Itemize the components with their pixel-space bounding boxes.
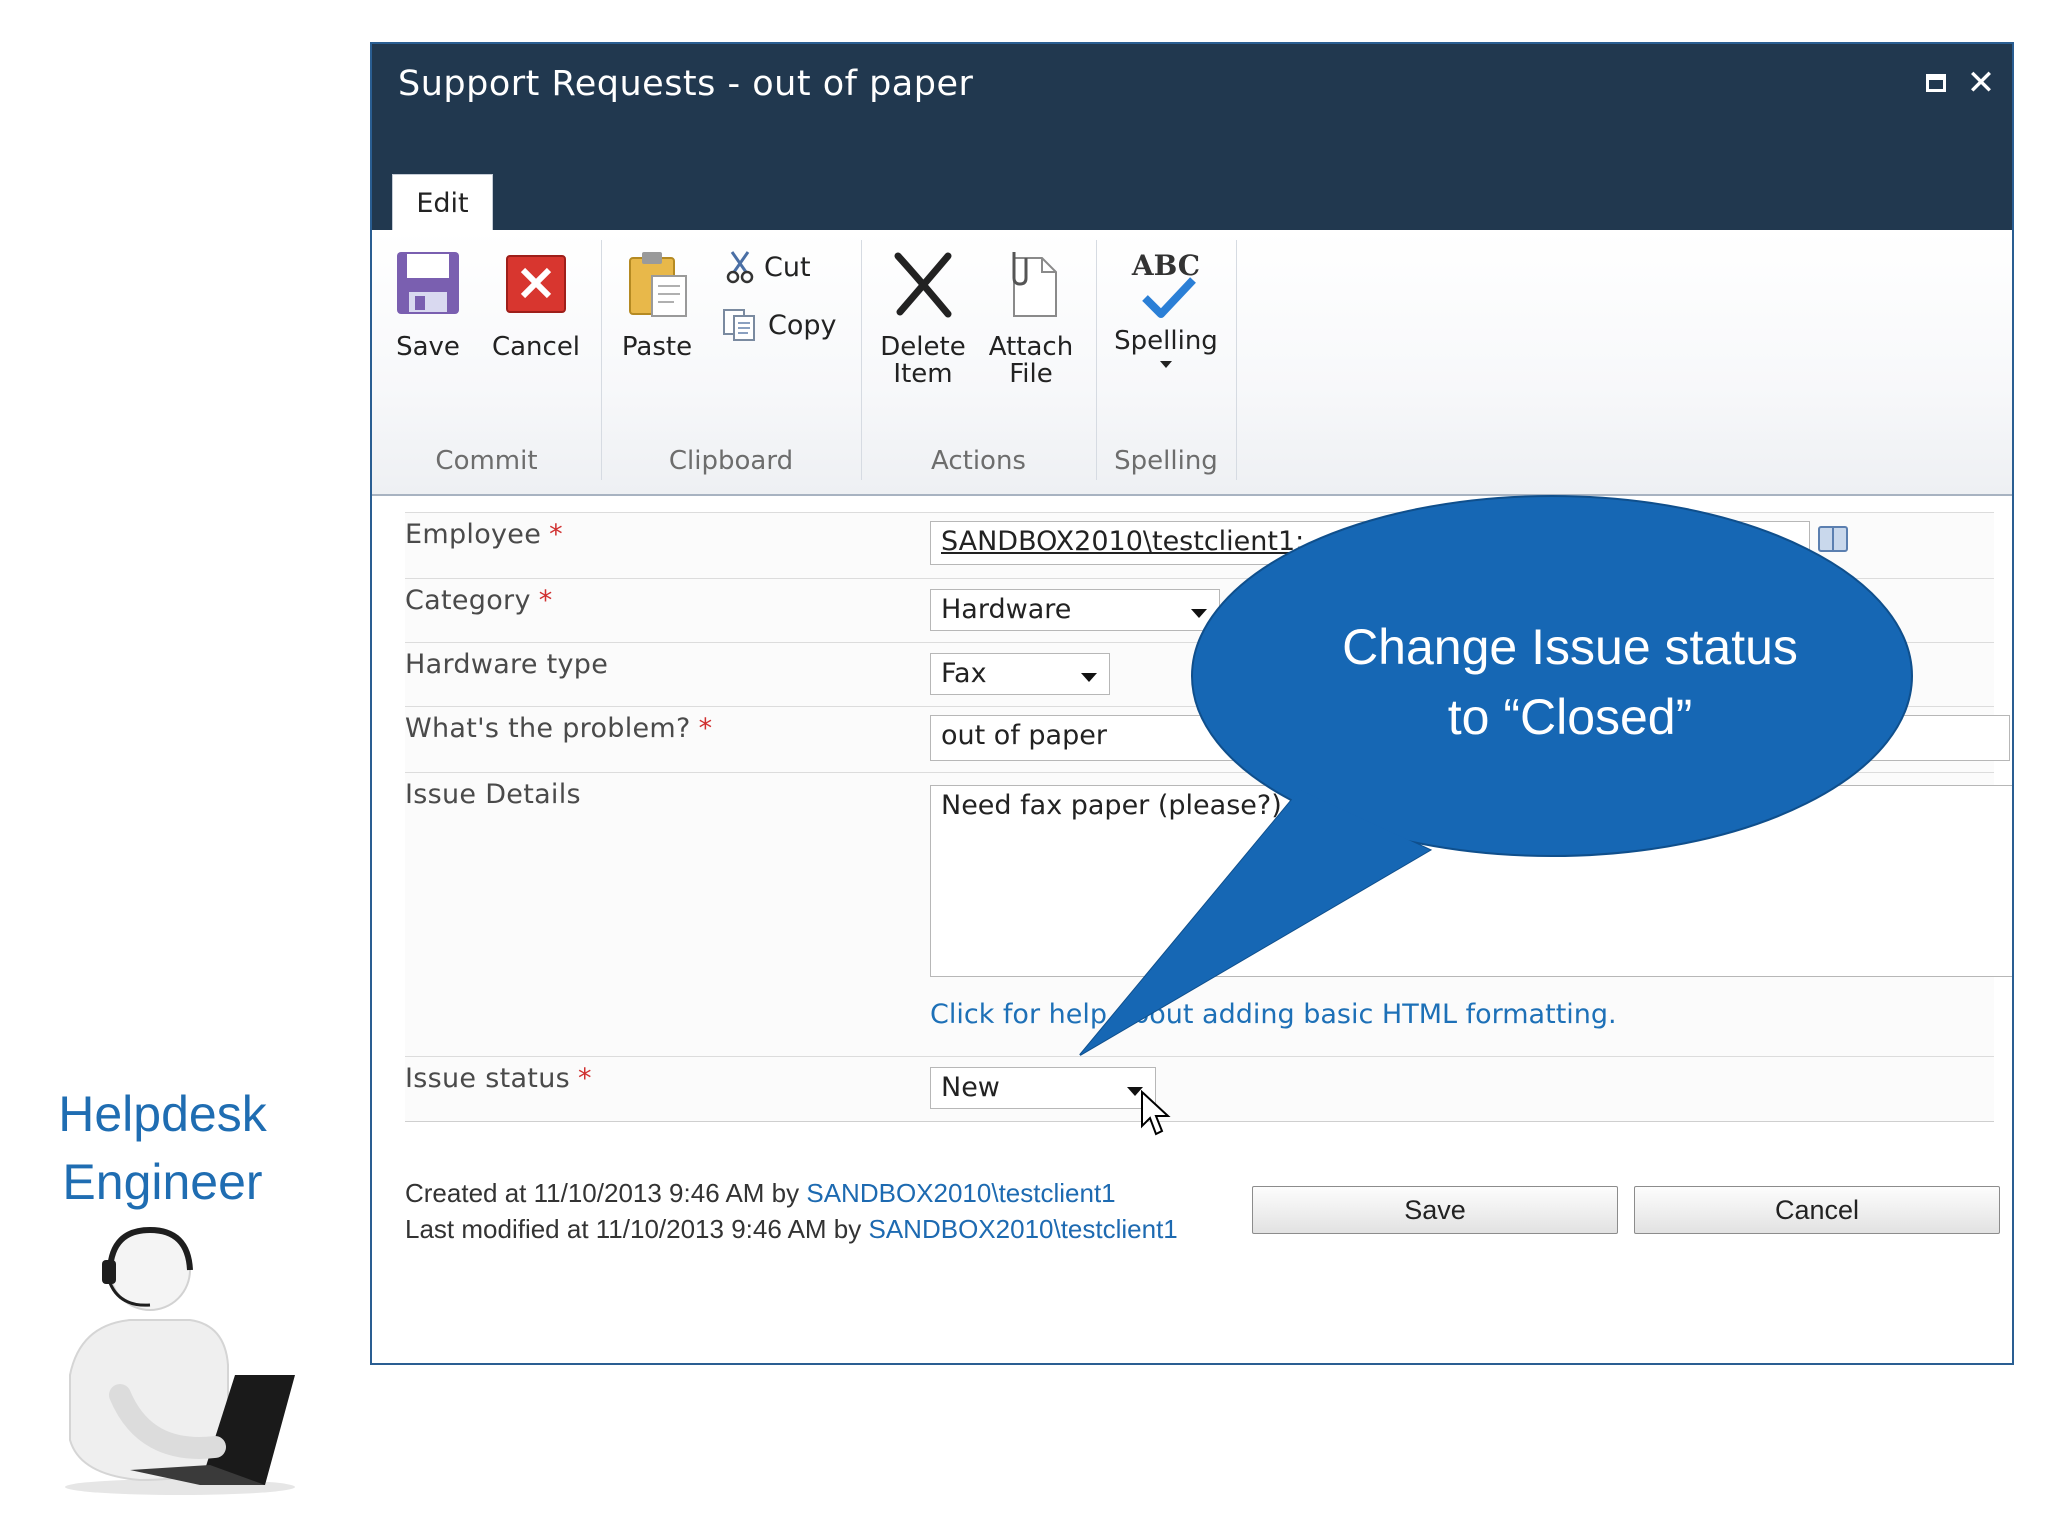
modified-prefix: Last modified at 11/10/2013 9:46 AM by — [405, 1214, 869, 1244]
scissors-icon — [726, 251, 754, 284]
group-label-clipboard: Clipboard — [668, 446, 794, 476]
delete-x-icon — [894, 252, 952, 318]
chevron-down-icon — [1160, 361, 1172, 368]
callout-text: Change Issue status to “Closed” — [1200, 612, 1940, 752]
modified-by-link[interactable]: SANDBOX2010\testclient1 — [869, 1214, 1178, 1244]
category-select[interactable]: Hardware — [930, 589, 1220, 631]
attach-file-icon — [1012, 252, 1057, 317]
attach-label-line1: Attach — [988, 332, 1074, 362]
helpdesk-engineer-label: Helpdesk Engineer — [30, 1080, 295, 1216]
paste-icon — [629, 252, 687, 317]
issue-status-value: New — [941, 1072, 1000, 1103]
dialog-titlebar: Support Requests - out of paper ✕ Edit — [372, 44, 2012, 230]
category-label-text: Category — [405, 585, 531, 616]
hardware-type-label: Hardware type — [405, 649, 609, 680]
attach-label-line2: File — [1009, 359, 1053, 389]
issue-details-textarea[interactable]: Need fax paper (please?) — [930, 785, 2012, 977]
checkmark-icon — [1142, 277, 1196, 318]
form-row-issue-status: Issue status * New — [405, 1056, 1994, 1122]
created-info: Created at 11/10/2013 9:46 AM by SANDBOX… — [405, 1178, 1116, 1209]
cut-label: Cut — [764, 251, 811, 283]
created-prefix: Created at 11/10/2013 9:46 AM by — [405, 1178, 807, 1208]
save-button[interactable]: Save — [386, 248, 470, 361]
helpdesk-engineer-illustration — [65, 1226, 295, 1495]
employee-people-picker[interactable]: SANDBOX2010\testclient1; — [930, 521, 1810, 565]
group-label-actions: Actions — [931, 446, 1026, 476]
cut-button[interactable]: Cut — [726, 250, 811, 284]
cancel-ribbon-button[interactable]: Cancel — [490, 248, 582, 361]
delete-item-button[interactable]: Delete Item — [875, 248, 971, 388]
cancel-button[interactable]: Cancel — [1634, 1186, 2000, 1234]
group-label-spelling: Spelling — [1114, 446, 1218, 476]
ribbon-group-spelling: ABC Spelling Spelling — [1096, 240, 1237, 480]
problem-label: What's the problem? * — [405, 713, 712, 744]
tab-edit[interactable]: Edit — [392, 174, 493, 230]
helpdesk-label-line2: Engineer — [62, 1154, 263, 1210]
maximize-icon[interactable] — [1920, 66, 1954, 100]
required-marker: * — [577, 1063, 592, 1094]
callout-line2: to “Closed” — [1447, 689, 1693, 745]
copy-icon — [723, 309, 755, 341]
ribbon-group-commit: Save Cancel Commit — [372, 240, 602, 480]
form-row-issue-details: Issue Details Need fax paper (please?) C… — [405, 772, 2012, 1057]
spelling-label: Spelling — [1114, 326, 1218, 356]
created-by-link[interactable]: SANDBOX2010\testclient1 — [806, 1178, 1115, 1208]
ribbon-group-actions: Delete Item Attach File Actions — [861, 240, 1097, 480]
required-marker: * — [698, 713, 713, 744]
close-icon[interactable]: ✕ — [1964, 66, 1998, 100]
cancel-icon — [506, 255, 566, 313]
employee-label-text: Employee — [405, 519, 542, 550]
ribbon-group-clipboard: Paste Cut Copy Clipboard — [601, 240, 862, 480]
html-formatting-help-link[interactable]: Click for help about adding basic HTML f… — [930, 999, 1617, 1030]
save-button-label: Save — [396, 332, 460, 362]
issue-details-label: Issue Details — [405, 779, 581, 810]
copy-label: Copy — [768, 309, 837, 341]
required-marker: * — [538, 585, 553, 616]
paste-button[interactable]: Paste — [615, 248, 699, 361]
chevron-down-icon — [1081, 673, 1097, 682]
category-label: Category * — [405, 585, 553, 616]
mouse-cursor-icon — [1141, 1090, 1171, 1136]
delete-label-line2: Item — [893, 359, 953, 389]
ribbon: Save Cancel Commit Paste Cut Copy Clipbo… — [372, 230, 2012, 496]
delete-label-line1: Delete — [880, 332, 966, 362]
address-book-icon[interactable] — [1815, 523, 1851, 555]
required-marker: * — [549, 519, 563, 550]
paste-button-label: Paste — [621, 332, 693, 362]
modified-info: Last modified at 11/10/2013 9:46 AM by S… — [405, 1214, 1178, 1245]
hardware-type-value: Fax — [941, 658, 987, 689]
helpdesk-label-line1: Helpdesk — [58, 1086, 267, 1142]
group-label-commit: Commit — [435, 446, 538, 476]
issue-status-label: Issue status * — [405, 1063, 592, 1094]
cancel-ribbon-label: Cancel — [491, 332, 581, 362]
issue-status-label-text: Issue status — [405, 1063, 570, 1094]
spelling-button[interactable]: ABC Spelling — [1106, 248, 1226, 368]
category-value: Hardware — [941, 594, 1072, 625]
spellcheck-icon: ABC — [1131, 248, 1201, 318]
issue-status-select[interactable]: New — [930, 1067, 1156, 1109]
save-button[interactable]: Save — [1252, 1186, 1618, 1234]
copy-button[interactable]: Copy — [722, 308, 837, 342]
problem-label-text: What's the problem? — [405, 713, 691, 744]
callout-line1: Change Issue status — [1342, 619, 1798, 675]
employee-label: Employee * — [405, 519, 563, 550]
attach-file-button[interactable]: Attach File — [983, 248, 1079, 388]
dialog-title: Support Requests - out of paper — [398, 64, 974, 104]
form-row-employee: Employee * SANDBOX2010\testclient1; — [405, 512, 1994, 579]
hardware-type-select[interactable]: Fax — [930, 653, 1110, 695]
save-icon — [397, 252, 459, 314]
